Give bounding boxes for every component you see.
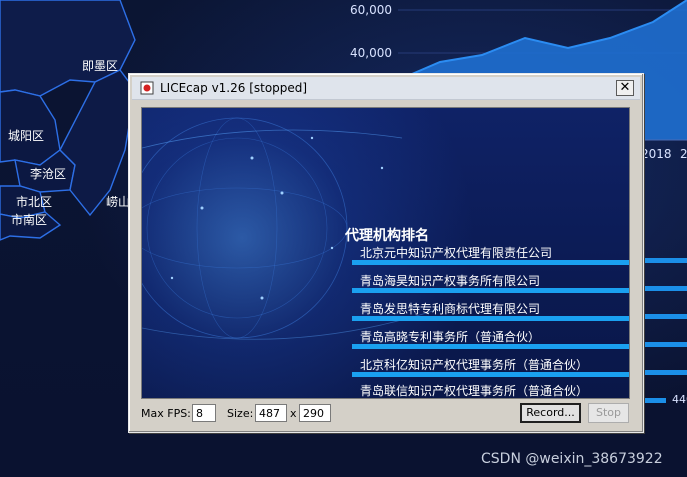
x-tick-2018: 2018 bbox=[641, 147, 672, 161]
x-tick-partial: 2 bbox=[680, 147, 687, 161]
height-input[interactable]: 290 bbox=[299, 404, 331, 422]
licecap-window: LICEcap v1.26 [stopped] ✕ 代理机构排名 北京元中知识产… bbox=[128, 73, 644, 433]
y-tick-60000: 60,000 bbox=[350, 3, 392, 17]
ranking-bar bbox=[352, 372, 629, 377]
map-label-shibei: 市北区 bbox=[16, 195, 53, 209]
stop-button-label: Stop bbox=[595, 406, 621, 419]
max-fps-input[interactable]: 8 bbox=[192, 404, 216, 422]
map-label-shinan: 市南区 bbox=[11, 213, 48, 227]
window-titlebar[interactable]: LICEcap v1.26 [stopped] ✕ bbox=[132, 77, 640, 100]
ranking-name: 青岛高晓专利事务所（普通合伙） bbox=[360, 330, 541, 344]
ranking-row: 北京科亿知识产权代理事务所（普通合伙） bbox=[352, 352, 629, 378]
stop-button[interactable]: Stop bbox=[588, 403, 629, 423]
ranking-row: 青岛高晓专利事务所（普通合伙） bbox=[352, 324, 629, 350]
control-bar: Max FPS: 8 Size: 487 x 290 Record... Sto… bbox=[141, 403, 633, 425]
ranking-name: 北京元中知识产权代理有限责任公司 bbox=[360, 246, 553, 260]
ranking-bar bbox=[352, 288, 629, 293]
ranking-bar bbox=[352, 260, 629, 265]
max-fps-label: Max FPS: bbox=[141, 407, 191, 420]
y-tick-40000: 40,000 bbox=[350, 46, 392, 60]
ranking-row: 北京元中知识产权代理有限责任公司 bbox=[352, 240, 629, 266]
ranking-row: 青岛海昊知识产权事务所有限公司 bbox=[352, 268, 629, 294]
ranking-bar bbox=[352, 316, 629, 321]
record-button-label: Record... bbox=[526, 406, 575, 419]
window-title: LICEcap v1.26 [stopped] bbox=[160, 81, 308, 95]
ranking-name: 青岛发思特专利商标代理有限公司 bbox=[360, 302, 541, 316]
map-label-licang: 李沧区 bbox=[30, 167, 67, 181]
size-label: Size: bbox=[227, 407, 254, 420]
map-label-chengyang: 城阳区 bbox=[8, 129, 45, 143]
ranking-row: 青岛发思特专利商标代理有限公司 bbox=[352, 296, 629, 322]
close-button[interactable]: ✕ bbox=[616, 80, 634, 96]
licecap-app-icon bbox=[140, 81, 154, 95]
ranking-name: 青岛海昊知识产权事务所有限公司 bbox=[360, 274, 541, 288]
ranking-row: 青岛联信知识产权代理事务所（普通合伙） bbox=[352, 378, 629, 398]
close-icon: ✕ bbox=[619, 80, 631, 95]
bg-bar-value: 440 bbox=[672, 393, 687, 406]
ranking-bar bbox=[352, 344, 629, 349]
map-label-laoshan: 崂山 bbox=[106, 195, 131, 209]
map-label-jimo: 即墨区 bbox=[82, 59, 119, 73]
ranking-name: 北京科亿知识产权代理事务所（普通合伙） bbox=[360, 358, 589, 372]
ranking-name: 青岛联信知识产权代理事务所（普通合伙） bbox=[360, 384, 589, 398]
capture-area[interactable]: 代理机构排名 北京元中知识产权代理有限责任公司 青岛海昊知识产权事务所有限公司 … bbox=[141, 107, 630, 399]
size-separator: x bbox=[290, 407, 297, 420]
record-button[interactable]: Record... bbox=[520, 403, 581, 423]
width-input[interactable]: 487 bbox=[255, 404, 287, 422]
csdn-watermark: CSDN @weixin_38673922 bbox=[481, 451, 663, 467]
